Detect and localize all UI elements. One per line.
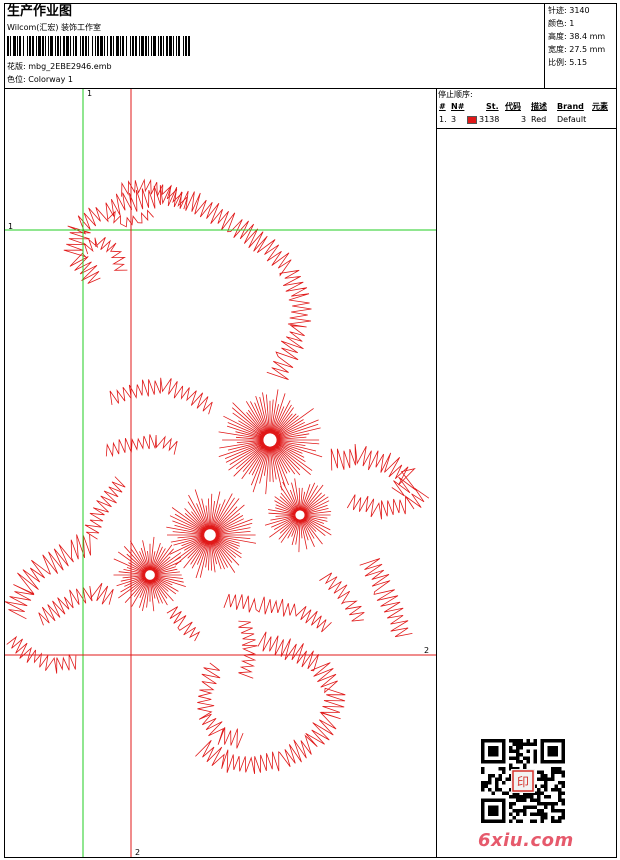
row-index: 1. xyxy=(439,115,447,124)
qr-code: 印 xyxy=(481,739,565,823)
stat-stitches: 针迹: 3140 xyxy=(548,6,590,15)
guide-label-v2: 2 xyxy=(135,848,141,857)
col-header-element: 元素 xyxy=(592,102,608,111)
stat-width: 宽度: 27.5 mm xyxy=(548,45,606,54)
row-brand: Default xyxy=(557,115,587,124)
barcode xyxy=(7,36,190,56)
company-name: Wilcom(汇宏) 装饰工作室 xyxy=(7,23,102,32)
row-stitches: 3138 xyxy=(479,115,500,124)
stat-scale: 比例: 5.15 xyxy=(548,58,588,67)
table-bottom-rule xyxy=(437,128,616,129)
embroidery-stitches xyxy=(5,178,430,774)
row-code: 3 xyxy=(521,115,527,124)
col-header-needle: N# xyxy=(451,102,465,111)
design-name: 花版: mbg_2EBE2946.emb xyxy=(7,62,112,71)
row-needle: 3 xyxy=(451,115,457,124)
qr-seal-text: 印 xyxy=(517,775,529,789)
colorway-name: 色位: Colorway 1 xyxy=(7,75,73,84)
guide-label-v1: 1 xyxy=(87,89,93,98)
guide-label-h1: 1 xyxy=(8,222,14,231)
col-header-brand: Brand xyxy=(557,102,584,111)
watermark-logo: 6xiu.com xyxy=(478,830,574,851)
guide-label-h2: 2 xyxy=(424,646,430,655)
table-row[interactable]: 1. 3 3138 3 Red Default xyxy=(437,115,616,127)
stat-height: 高度: 38.4 mm xyxy=(548,32,606,41)
page-title: 生产作业图 xyxy=(7,4,73,19)
col-header-desc: 描述 xyxy=(531,102,547,111)
color-swatch xyxy=(467,116,477,124)
col-header-index: # xyxy=(439,102,446,111)
embroidery-design xyxy=(5,89,436,857)
row-description: Red xyxy=(531,115,547,124)
stat-colors: 颜色: 1 xyxy=(548,19,575,28)
stop-sequence-title: 停止顺序: xyxy=(438,90,473,99)
col-header-stitches: St. xyxy=(486,102,499,111)
col-header-code: 代码 xyxy=(505,102,521,111)
